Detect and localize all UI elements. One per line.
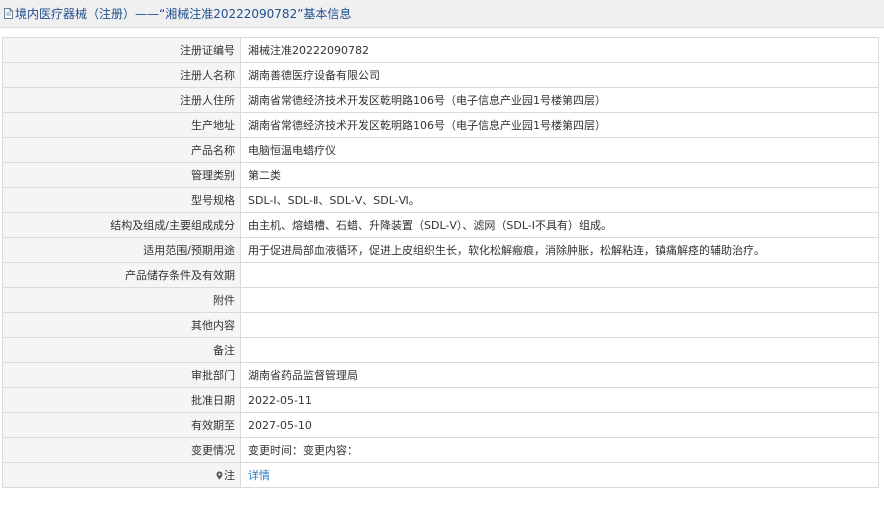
row-value: 湖南善德医疗设备有限公司: [240, 62, 879, 88]
map-pin-icon: [216, 471, 223, 480]
row-value: 2022-05-11: [240, 387, 879, 413]
row-value: 湖南省常德经济技术开发区乾明路106号（电子信息产业园1号楼第四层）: [240, 87, 879, 113]
row-label: 适用范围/预期用途: [2, 237, 241, 263]
row-value: 湖南省常德经济技术开发区乾明路106号（电子信息产业园1号楼第四层）: [240, 112, 879, 138]
row-value: 由主机、熔蜡槽、石蜡、升降装置（SDL-Ⅴ）、滤网（SDL-Ⅰ不具有）组成。: [240, 212, 879, 238]
row-label: 其他内容: [2, 312, 241, 338]
table-row: 备注: [2, 337, 879, 363]
row-label: 备注: [2, 337, 241, 363]
row-value: [240, 287, 879, 313]
details-link[interactable]: 详情: [248, 469, 270, 482]
row-value: 用于促进局部血液循环，促进上皮组织生长，软化松解瘢痕，消除肿胀，松解粘连，镇痛解…: [240, 237, 879, 263]
table-row: 有效期至 2027-05-10: [2, 412, 879, 438]
table-row: 注册证编号 湘械注准20222090782: [2, 37, 879, 63]
row-value: [240, 262, 879, 288]
table-row: 注册人名称 湖南善德医疗设备有限公司: [2, 62, 879, 88]
row-value: [240, 337, 879, 363]
row-label: 注册人名称: [2, 62, 241, 88]
table-row: 产品储存条件及有效期: [2, 262, 879, 288]
table-row: 审批部门 湖南省药品监督管理局: [2, 362, 879, 388]
note-value-cell: 详情: [240, 462, 879, 488]
row-label: 注册证编号: [2, 37, 241, 63]
row-label: 注册人住所: [2, 87, 241, 113]
table-row: 生产地址 湖南省常德经济技术开发区乾明路106号（电子信息产业园1号楼第四层）: [2, 112, 879, 138]
row-label: 管理类别: [2, 162, 241, 188]
row-label: 审批部门: [2, 362, 241, 388]
document-icon: [4, 8, 13, 19]
row-value: 第二类: [240, 162, 879, 188]
table-row: 适用范围/预期用途 用于促进局部血液循环，促进上皮组织生长，软化松解瘢痕，消除肿…: [2, 237, 879, 263]
row-value: 湘械注准20222090782: [240, 37, 879, 63]
row-label: 批准日期: [2, 387, 241, 413]
page-title: 境内医疗器械（注册）——“湘械注准20222090782”基本信息: [15, 7, 352, 21]
table-row: 附件: [2, 287, 879, 313]
table-row: 批准日期 2022-05-11: [2, 387, 879, 413]
row-value: 电脑恒温电蜡疗仪: [240, 137, 879, 163]
table-row: 管理类别 第二类: [2, 162, 879, 188]
table-row: 结构及组成/主要组成成分 由主机、熔蜡槽、石蜡、升降装置（SDL-Ⅴ）、滤网（S…: [2, 212, 879, 238]
info-table: 注册证编号 湘械注准20222090782 注册人名称 湖南善德医疗设备有限公司…: [2, 37, 879, 488]
row-value: 2027-05-10: [240, 412, 879, 438]
note-label: 注: [224, 469, 235, 482]
row-label: 生产地址: [2, 112, 241, 138]
row-label: 附件: [2, 287, 241, 313]
row-value: SDL-Ⅰ、SDL-Ⅱ、SDL-Ⅴ、SDL-Ⅵ。: [240, 187, 879, 213]
table-row: 其他内容: [2, 312, 879, 338]
row-value: 变更时间：变更内容：: [240, 437, 879, 463]
note-row: 注 详情: [2, 462, 879, 488]
table-row: 变更情况 变更时间：变更内容：: [2, 437, 879, 463]
row-label: 结构及组成/主要组成成分: [2, 212, 241, 238]
row-value: 湖南省药品监督管理局: [240, 362, 879, 388]
table-row: 型号规格 SDL-Ⅰ、SDL-Ⅱ、SDL-Ⅴ、SDL-Ⅵ。: [2, 187, 879, 213]
row-label: 型号规格: [2, 187, 241, 213]
row-label: 产品名称: [2, 137, 241, 163]
row-label: 产品储存条件及有效期: [2, 262, 241, 288]
table-row: 注册人住所 湖南省常德经济技术开发区乾明路106号（电子信息产业园1号楼第四层）: [2, 87, 879, 113]
header-bar: 境内医疗器械（注册）——“湘械注准20222090782”基本信息: [0, 0, 884, 28]
row-label: 变更情况: [2, 437, 241, 463]
table-row: 产品名称 电脑恒温电蜡疗仪: [2, 137, 879, 163]
note-label-cell: 注: [2, 462, 241, 488]
row-label: 有效期至: [2, 412, 241, 438]
row-value: [240, 312, 879, 338]
